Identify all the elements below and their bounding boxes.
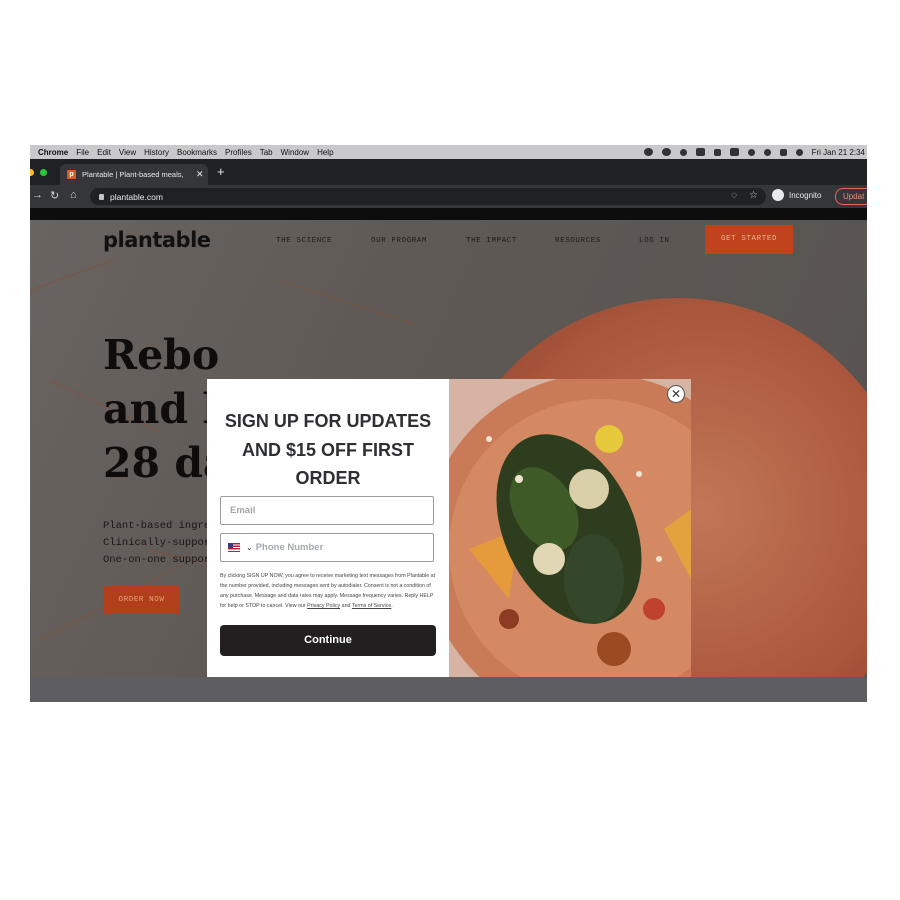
menu-window[interactable]: Window	[281, 148, 309, 157]
nav-the-science[interactable]: THE SCIENCE	[276, 237, 332, 245]
page-bottom-bar	[30, 677, 867, 702]
plantable-favicon-icon: p	[67, 170, 76, 179]
marble-vein	[30, 259, 115, 291]
food-bowl-illustration	[449, 379, 691, 682]
sms-consent-text: By clicking SIGN UP NOW, you agree to re…	[220, 573, 436, 609]
signup-title-line: SIGN UP FOR UPDATES	[224, 411, 432, 431]
tab-title: Plantable | Plant-based meals,	[82, 170, 184, 179]
mac-menu-bar: Chrome File Edit View History Bookmarks …	[30, 145, 867, 159]
phone-placeholder: Phone Number	[255, 542, 324, 553]
signup-modal: SIGN UP FOR UPDATES AND $15 OFF FIRST OR…	[207, 379, 691, 682]
screenshot-frame: Chrome File Edit View History Bookmarks …	[30, 145, 867, 702]
incognito-icon	[772, 189, 784, 201]
menu-app-name[interactable]: Chrome	[38, 148, 68, 157]
menu-view[interactable]: View	[119, 148, 136, 157]
screen-icon[interactable]	[695, 148, 705, 156]
window-zoom-icon[interactable]	[40, 169, 47, 176]
hero-line: Rebo	[103, 331, 220, 379]
menubar-status-area: Fri Jan 21 2:34	[643, 145, 867, 159]
toolbar-divider	[30, 208, 867, 220]
bluetooth-icon[interactable]	[713, 148, 721, 156]
privacy-policy-link[interactable]: Privacy Policy	[307, 603, 340, 609]
marble-vein	[279, 280, 414, 325]
creative-cloud-icon[interactable]	[661, 148, 671, 156]
nav-resources[interactable]: RESOURCES	[555, 237, 601, 245]
nav-our-program[interactable]: OUR PROGRAM	[371, 237, 427, 245]
nav-log-in[interactable]: LOG IN	[639, 237, 670, 245]
menu-help[interactable]: Help	[317, 148, 333, 157]
spotlight-search-icon[interactable]	[763, 148, 771, 156]
forward-arrow-icon[interactable]: →	[32, 189, 43, 201]
email-field[interactable]: Email	[220, 496, 434, 525]
url-text[interactable]: plantable.com	[110, 192, 163, 202]
order-now-button[interactable]: ORDER NOW	[103, 586, 180, 614]
get-started-button[interactable]: GET STARTED	[705, 225, 793, 254]
menu-bookmarks[interactable]: Bookmarks	[177, 148, 217, 157]
menu-file[interactable]: File	[76, 148, 89, 157]
nav-the-impact[interactable]: THE IMPACT	[466, 237, 517, 245]
control-center-icon[interactable]	[779, 148, 787, 156]
email-placeholder: Email	[230, 505, 256, 516]
signup-title-line: ORDER	[295, 468, 361, 488]
tab-close-icon[interactable]: ✕	[196, 169, 204, 180]
incognito-indicator[interactable]: Incognito	[772, 189, 821, 201]
signup-form-panel: SIGN UP FOR UPDATES AND $15 OFF FIRST OR…	[207, 379, 449, 682]
continue-button[interactable]: Continue	[220, 625, 436, 656]
incognito-label: Incognito	[789, 190, 822, 200]
menu-tab[interactable]: Tab	[260, 148, 273, 157]
terms-of-service-link[interactable]: Terms of Service	[352, 603, 391, 609]
address-bar-icons: ◌ ☆	[731, 190, 758, 201]
reload-icon[interactable]: ↻	[50, 189, 59, 202]
lock-icon[interactable]	[99, 193, 104, 200]
wifi-icon[interactable]	[747, 148, 755, 156]
update-button[interactable]: Updat	[835, 188, 867, 205]
menu-edit[interactable]: Edit	[97, 148, 111, 157]
play-icon[interactable]	[679, 148, 687, 156]
bookmark-star-icon[interactable]: ☆	[749, 190, 758, 201]
browser-toolbar: → ↻ ⌂ plantable.com ◌ ☆ Incognito Updat	[30, 185, 867, 208]
signup-title: SIGN UP FOR UPDATES AND $15 OFF FIRST OR…	[207, 407, 449, 493]
window-minimize-icon[interactable]	[30, 169, 34, 176]
plantable-logo[interactable]: plantable	[103, 228, 211, 252]
address-bar[interactable]: plantable.com ◌ ☆	[90, 188, 766, 205]
menu-profiles[interactable]: Profiles	[225, 148, 252, 157]
food-photo-panel: ✕	[449, 379, 691, 682]
menubar-clock[interactable]: Fri Jan 21 2:34	[812, 148, 865, 157]
consent-and: and	[341, 603, 351, 609]
chevron-down-icon[interactable]: ⌄	[246, 543, 253, 552]
browser-tab-active[interactable]: p Plantable | Plant-based meals, ✕	[60, 164, 208, 185]
webpage: plantable THE SCIENCE OUR PROGRAM THE IM…	[30, 220, 867, 702]
browser-tab-strip: p Plantable | Plant-based meals, ✕ +	[30, 159, 867, 185]
close-icon[interactable]: ✕	[667, 385, 685, 403]
home-icon[interactable]: ⌂	[70, 189, 77, 201]
signup-title-line: AND $15 OFF FIRST	[241, 439, 415, 460]
cloud-icon[interactable]	[643, 148, 653, 156]
siri-icon[interactable]	[795, 148, 803, 156]
new-tab-icon[interactable]: +	[217, 164, 225, 179]
phone-field[interactable]: ⌄ Phone Number	[220, 533, 434, 562]
menu-history[interactable]: History	[144, 148, 169, 157]
us-flag-icon[interactable]	[228, 543, 240, 552]
battery-icon[interactable]	[729, 148, 739, 156]
eye-off-icon[interactable]: ◌	[731, 190, 737, 201]
